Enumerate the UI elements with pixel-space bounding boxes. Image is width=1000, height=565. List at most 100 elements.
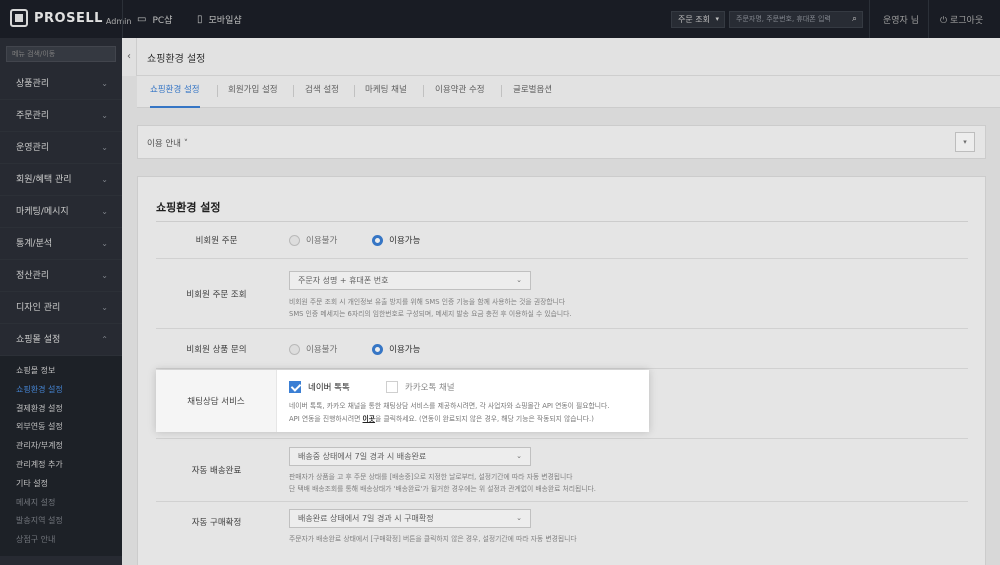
row-body: 이용불가 이용가능 [289, 234, 452, 249]
checkbox-checked-icon [289, 381, 301, 393]
sidebar-item-statistics[interactable]: 통계/분석 ⌄ [0, 228, 122, 260]
tab-marketing-channel[interactable]: 마케팅 채널 [365, 76, 407, 108]
divider [354, 85, 355, 97]
radio-guest-order-on[interactable]: 이용가능 [372, 234, 420, 246]
submenu-item-active[interactable]: 쇼핑환경 설정 [0, 381, 122, 400]
submenu-item[interactable]: 기타 설정 [0, 475, 122, 494]
tab-search[interactable]: 검색 설정 [305, 76, 339, 108]
help-text-line: 네이버 톡톡, 카카오 채널을 통한 채팅상담 서비스를 제공하시려면, 각 사… [289, 402, 610, 410]
order-lookup-select[interactable]: 주문 조회 ▾ [671, 11, 725, 28]
sidebar-item-settlement[interactable]: 정산관리 ⌄ [0, 260, 122, 292]
sidebar-collapse-button[interactable]: ‹ [122, 38, 137, 76]
chevron-up-icon: ⌃ [101, 335, 108, 344]
auto-ship-select[interactable]: 배송중 상태에서 7일 경과 시 배송완료 ⌄ [289, 447, 531, 466]
sidebar-item-label: 상품관리 [16, 79, 50, 89]
sidebar-item-orders[interactable]: 주문관리 ⌄ [0, 100, 122, 132]
usage-guide-panel[interactable]: 이용 안내 ˅ ▾ [137, 125, 986, 159]
menu-search-input[interactable]: 메뉴 검색/이동 [6, 46, 116, 62]
row-body: 주문자 성명 + 휴대폰 번호 ⌄ 비회원 주문 조회 시 개인정보 유출 방지를… [289, 271, 572, 320]
submenu-item[interactable]: 외부연동 설정 [0, 418, 122, 437]
sidebar-item-products[interactable]: 상품관리 ⌄ [0, 68, 122, 100]
operator-name[interactable]: 운영자 님 [883, 13, 919, 26]
radio-guest-inquiry-on[interactable]: 이용가능 [372, 343, 420, 355]
tab-shopping-env[interactable]: 쇼핑환경 설정 [150, 76, 200, 108]
sidebar-item-operations[interactable]: 운영관리 ⌄ [0, 132, 122, 164]
help-text-part: API 연동을 진행하시려면 [289, 415, 363, 423]
submenu-item[interactable]: 메세지 설정 [0, 494, 122, 513]
radio-guest-inquiry-off[interactable]: 이용불가 [289, 343, 337, 355]
logo-icon [10, 9, 28, 27]
checkbox-label: 카카오톡 채널 [405, 383, 455, 393]
sidebar-item-shop-settings[interactable]: 쇼핑몰 설정 ⌃ [0, 324, 122, 356]
tab-global-option[interactable]: 글로벌옵션 [513, 76, 552, 108]
radio-label: 이용불가 [306, 236, 338, 246]
search-placeholder: 주문자명, 주문번호, 휴대폰 입력 [736, 15, 831, 23]
submenu-item[interactable]: 쇼핑몰 정보 [0, 362, 122, 381]
submenu-item[interactable]: 결제환경 설정 [0, 400, 122, 419]
divider [869, 0, 870, 38]
chevron-down-icon: ▾ [715, 15, 719, 23]
help-text: 주문자가 배송완료 상태에서 [구매확정] 버튼을 클릭하지 않은 경우, 설정… [289, 535, 577, 543]
brand-logo[interactable]: PROSELL Admin [10, 9, 131, 27]
power-icon: ⏻ [940, 16, 948, 26]
order-select-label: 주문 조회 [678, 15, 710, 24]
divider [122, 0, 123, 38]
guest-lookup-select[interactable]: 주문자 성명 + 휴대폰 번호 ⌄ [289, 271, 531, 290]
submenu-item[interactable]: 상점구 안내 [0, 531, 122, 550]
row-label: 비회원 상품 문의 [186, 344, 247, 355]
radio-icon [289, 343, 300, 355]
order-search-input[interactable]: 주문자명, 주문번호, 휴대폰 입력 ⌕ [729, 11, 863, 28]
help-text: 판매자가 상품을 고 후 주문 상태를 [배송중]으로 지정한 날로부터, 설정… [289, 473, 573, 481]
sidebar-item-marketing[interactable]: 마케팅/메시지 ⌄ [0, 196, 122, 228]
api-link[interactable]: 이곳 [363, 415, 376, 423]
chat-service-row: 채팅상담 서비스 네이버 톡톡 카카오톡 채널 네이버 톡톡, 카카오 채널을 … [156, 370, 649, 432]
sidebar-submenu: 쇼핑몰 정보 쇼핑환경 설정 결제환경 설정 외부연동 설정 관리자/부계정 관… [0, 356, 122, 556]
row-body: 배송완료 상태에서 7일 경과 시 구매확정 ⌄ 주문자가 배송완료 상태에서 [… [289, 509, 577, 545]
brand-name: PROSELL [34, 10, 103, 26]
nav-mobile-shop[interactable]: ▯ 모바일샵 [197, 0, 242, 38]
sidebar-menu: 상품관리 ⌄ 주문관리 ⌄ 운영관리 ⌄ 회원/혜택 관리 ⌄ 마케팅/메시지 ⌄ 통계/… [0, 68, 122, 356]
tab-terms[interactable]: 이용약관 수정 [435, 76, 485, 108]
chevron-down-icon: ⌄ [516, 452, 522, 460]
chevron-down-icon: ⌄ [101, 239, 108, 248]
panel-toggle-button[interactable]: ▾ [955, 132, 975, 152]
tab-signup[interactable]: 회원가입 설정 [228, 76, 278, 108]
chevron-down-icon: ⌄ [101, 175, 108, 184]
help-text: 비회원 주문 조회 시 개인정보 유출 방지를 위해 SMS 인증 기능을 함께… [289, 298, 566, 306]
search-icon[interactable]: ⌕ [852, 12, 857, 27]
chevron-down-icon: ⌄ [101, 207, 108, 216]
submenu-item[interactable]: 관리계정 추가 [0, 456, 122, 475]
submenu-item[interactable]: 발송지역 설정 [0, 512, 122, 531]
chevron-left-icon: ‹ [127, 51, 131, 62]
chevron-down-icon: ▾ [963, 138, 967, 146]
brand-sub: Admin [105, 16, 132, 26]
logout-button[interactable]: ⏻ 로그아웃 [940, 13, 983, 26]
sidebar-item-label: 마케팅/메시지 [16, 207, 69, 217]
row-label: 자동 배송완료 [191, 466, 242, 476]
radio-guest-order-off[interactable]: 이용불가 [289, 234, 337, 246]
radio-label: 이용불가 [306, 345, 338, 355]
nav-pc-shop[interactable]: ▭ PC샵 [137, 0, 172, 38]
row-guest-inquiry: 비회원 상품 문의 이용불가 이용가능 [156, 329, 968, 369]
select-value: 주문자 성명 + 휴대폰 번호 [298, 276, 389, 285]
auto-confirm-select[interactable]: 배송완료 상태에서 7일 경과 시 구매확정 ⌄ [289, 509, 531, 528]
help-text-line: API 연동을 진행하시려면 이곳을 클릭하세요. (연동이 완료되지 않은 경… [289, 413, 609, 426]
submenu-item[interactable]: 관리자/부계정 [0, 437, 122, 456]
row-auto-confirm: 자동 구매확정 배송완료 상태에서 7일 경과 시 구매확정 ⌄ 주문자가 배송완… [156, 502, 968, 562]
checkbox-label: 네이버 톡톡 [308, 383, 350, 393]
monitor-icon: ▭ [137, 13, 147, 25]
sidebar-item-members[interactable]: 회원/혜택 관리 ⌄ [0, 164, 122, 196]
select-value: 배송완료 상태에서 7일 경과 시 구매확정 [298, 514, 434, 523]
sidebar-item-label: 정산관리 [16, 271, 50, 281]
nav-mobile-label: 모바일샵 [208, 15, 242, 26]
top-bar: PROSELL Admin ▭ PC샵 ▯ 모바일샵 주문 조회 ▾ 주문자명,… [0, 0, 1000, 38]
sidebar-item-design[interactable]: 디자인 관리 ⌄ [0, 292, 122, 324]
divider [501, 85, 502, 97]
usage-guide-text: 이용 안내 [147, 139, 181, 149]
logout-label: 로그아웃 [950, 16, 984, 26]
radio-icon [289, 234, 300, 246]
row-label: 비회원 주문 [195, 236, 238, 246]
checkbox-kakao-channel[interactable]: 카카오톡 채널 [386, 381, 455, 393]
divider [293, 85, 294, 97]
checkbox-naver-talk[interactable]: 네이버 톡톡 [289, 381, 350, 393]
